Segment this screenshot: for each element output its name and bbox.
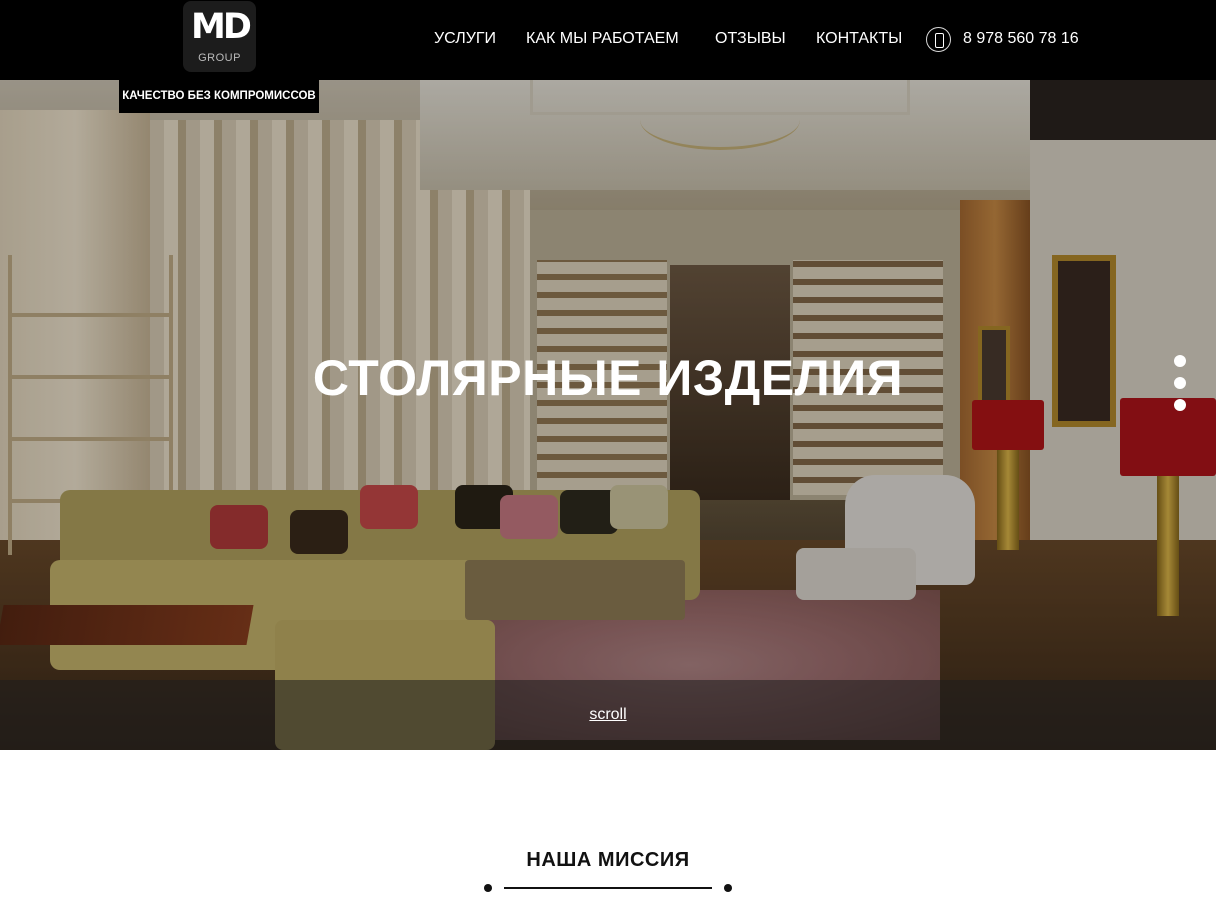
title-divider xyxy=(504,887,712,889)
phone-number[interactable]: 8 978 560 78 16 xyxy=(963,30,1079,48)
nav-link-how-we-work[interactable]: КАК МЫ РАБОТАЕМ xyxy=(526,30,679,48)
logo-subtitle: GROUP xyxy=(198,52,241,64)
mission-section: НАША МИССИЯ xyxy=(0,750,1216,913)
slider-pagination xyxy=(1174,355,1186,421)
divider-dot-left xyxy=(484,884,492,892)
slider-dot-3[interactable] xyxy=(1174,399,1186,411)
scroll-bar: scroll xyxy=(0,680,1216,750)
scroll-link[interactable]: scroll xyxy=(0,706,1216,724)
mission-title: НАША МИССИЯ xyxy=(526,849,690,871)
slider-dot-1[interactable] xyxy=(1174,355,1186,367)
top-navbar: MD GROUP УСЛУГИ КАК МЫ РАБОТАЕМ ОТЗЫВЫ К… xyxy=(0,0,1216,80)
hero-title: СТОЛЯРНЫЕ ИЗДЕЛИЯ xyxy=(312,350,904,406)
slider-dot-2[interactable] xyxy=(1174,377,1186,389)
logo-mark: MD xyxy=(191,7,252,47)
hero-slider: СТОЛЯРНЫЕ ИЗДЕЛИЯ scroll xyxy=(0,80,1216,750)
phone-icon xyxy=(926,27,951,52)
nav-link-contacts[interactable]: КОНТАКТЫ xyxy=(816,30,902,48)
divider-dot-right xyxy=(724,884,732,892)
slogan-badge: КАЧЕСТВО БЕЗ КОМПРОМИССОВ xyxy=(119,80,319,113)
nav-link-reviews[interactable]: ОТЗЫВЫ xyxy=(715,30,786,48)
logo[interactable]: MD GROUP xyxy=(183,1,256,72)
nav-link-services[interactable]: УСЛУГИ xyxy=(434,30,496,48)
